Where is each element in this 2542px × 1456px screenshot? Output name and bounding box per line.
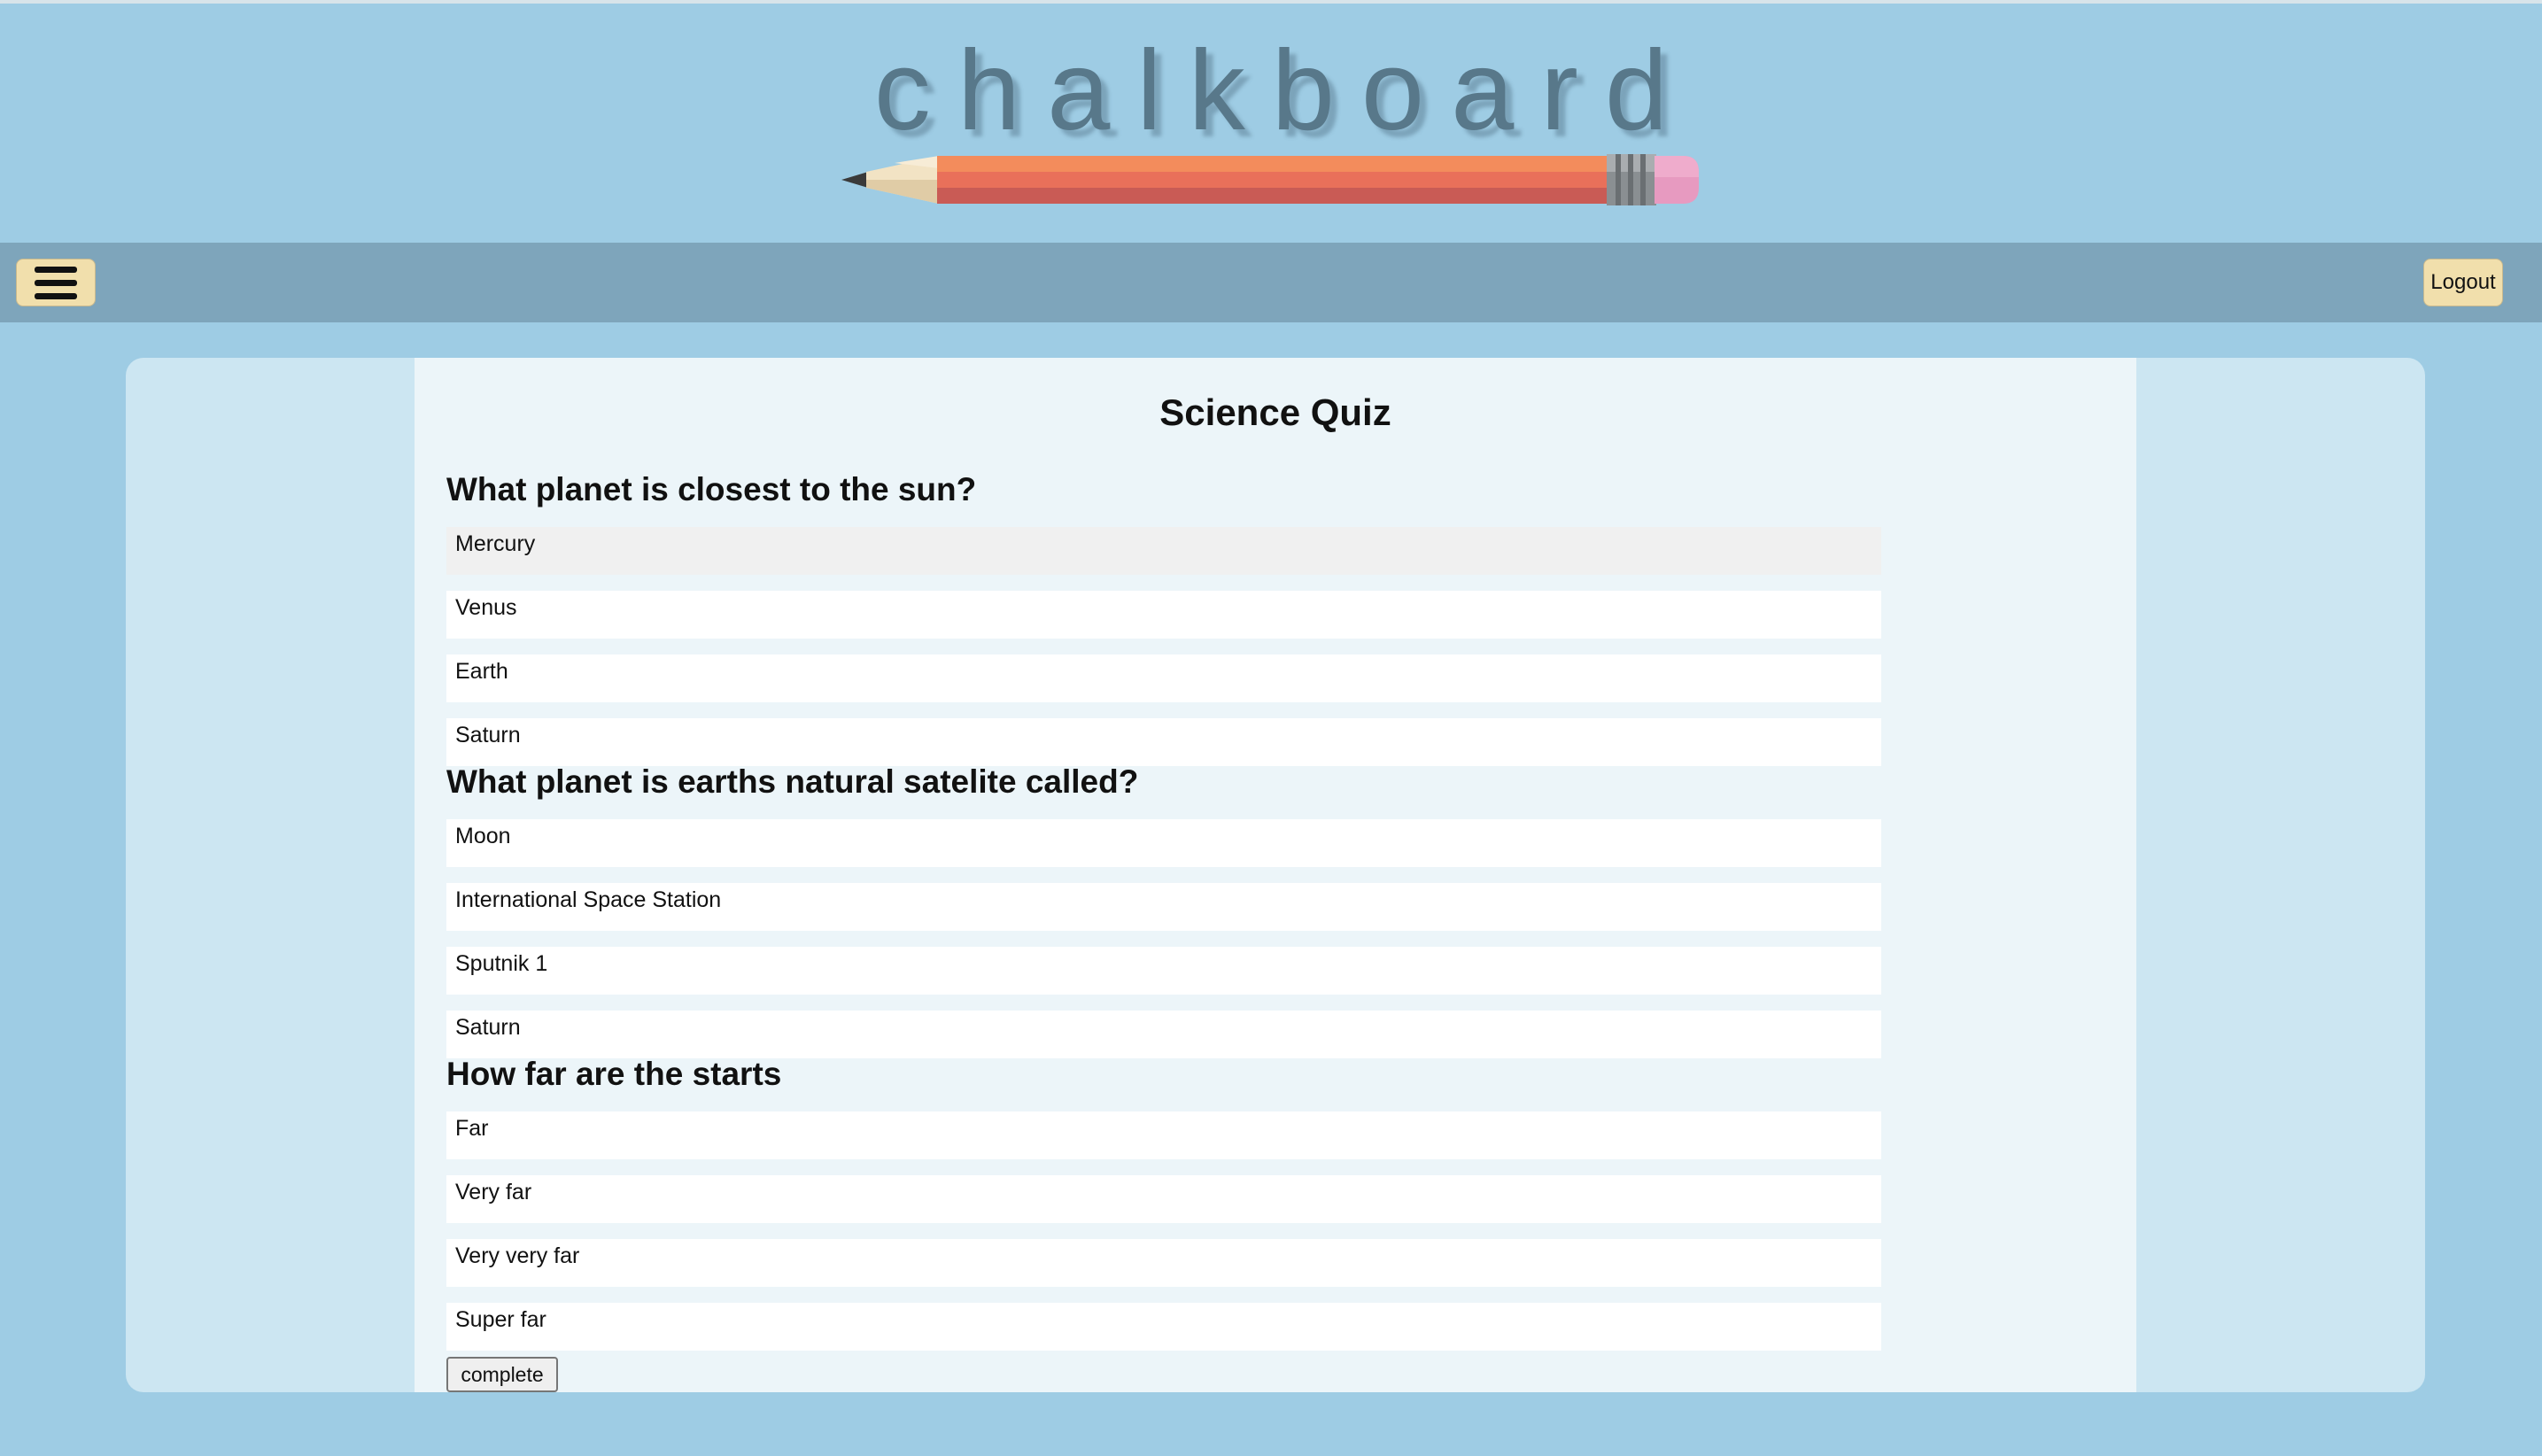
answer-option[interactable]: Mercury xyxy=(446,527,1881,575)
navbar: Logout xyxy=(0,243,2542,322)
quiz-container: Science Quiz What planet is closest to t… xyxy=(415,358,2136,1392)
complete-button[interactable]: complete xyxy=(446,1357,558,1392)
answer-option[interactable]: Moon xyxy=(446,819,1881,867)
answer-option[interactable]: Sputnik 1 xyxy=(446,947,1881,995)
question-3: How far are the starts xyxy=(446,1056,782,1092)
pencil-icon xyxy=(841,154,1699,205)
logo-text: chalkboard xyxy=(873,27,1695,154)
answer-option[interactable]: Saturn xyxy=(446,1011,1881,1058)
hamburger-menu-icon-bar xyxy=(35,279,77,286)
menu-button[interactable] xyxy=(16,259,96,306)
logout-button[interactable]: Logout xyxy=(2423,259,2503,306)
hamburger-menu-icon-bar xyxy=(35,292,77,299)
answer-option[interactable]: International Space Station xyxy=(446,883,1881,931)
answer-option[interactable]: Earth xyxy=(446,654,1881,702)
question-1: What planet is closest to the sun? xyxy=(446,471,977,507)
answer-option[interactable]: Saturn xyxy=(446,718,1881,766)
answer-option[interactable]: Far xyxy=(446,1111,1881,1159)
main-panel: Science Quiz What planet is closest to t… xyxy=(126,358,2425,1392)
hamburger-menu-icon xyxy=(35,266,77,273)
quiz-title: Science Quiz xyxy=(1159,391,1391,433)
answer-option[interactable]: Very very far xyxy=(446,1239,1881,1287)
answer-option[interactable]: Super far xyxy=(446,1303,1881,1351)
answer-option[interactable]: Very far xyxy=(446,1175,1881,1223)
answer-option[interactable]: Venus xyxy=(446,591,1881,639)
site-header: chalkboard xyxy=(0,0,2542,243)
question-2: What planet is earths natural satelite c… xyxy=(446,763,1139,800)
